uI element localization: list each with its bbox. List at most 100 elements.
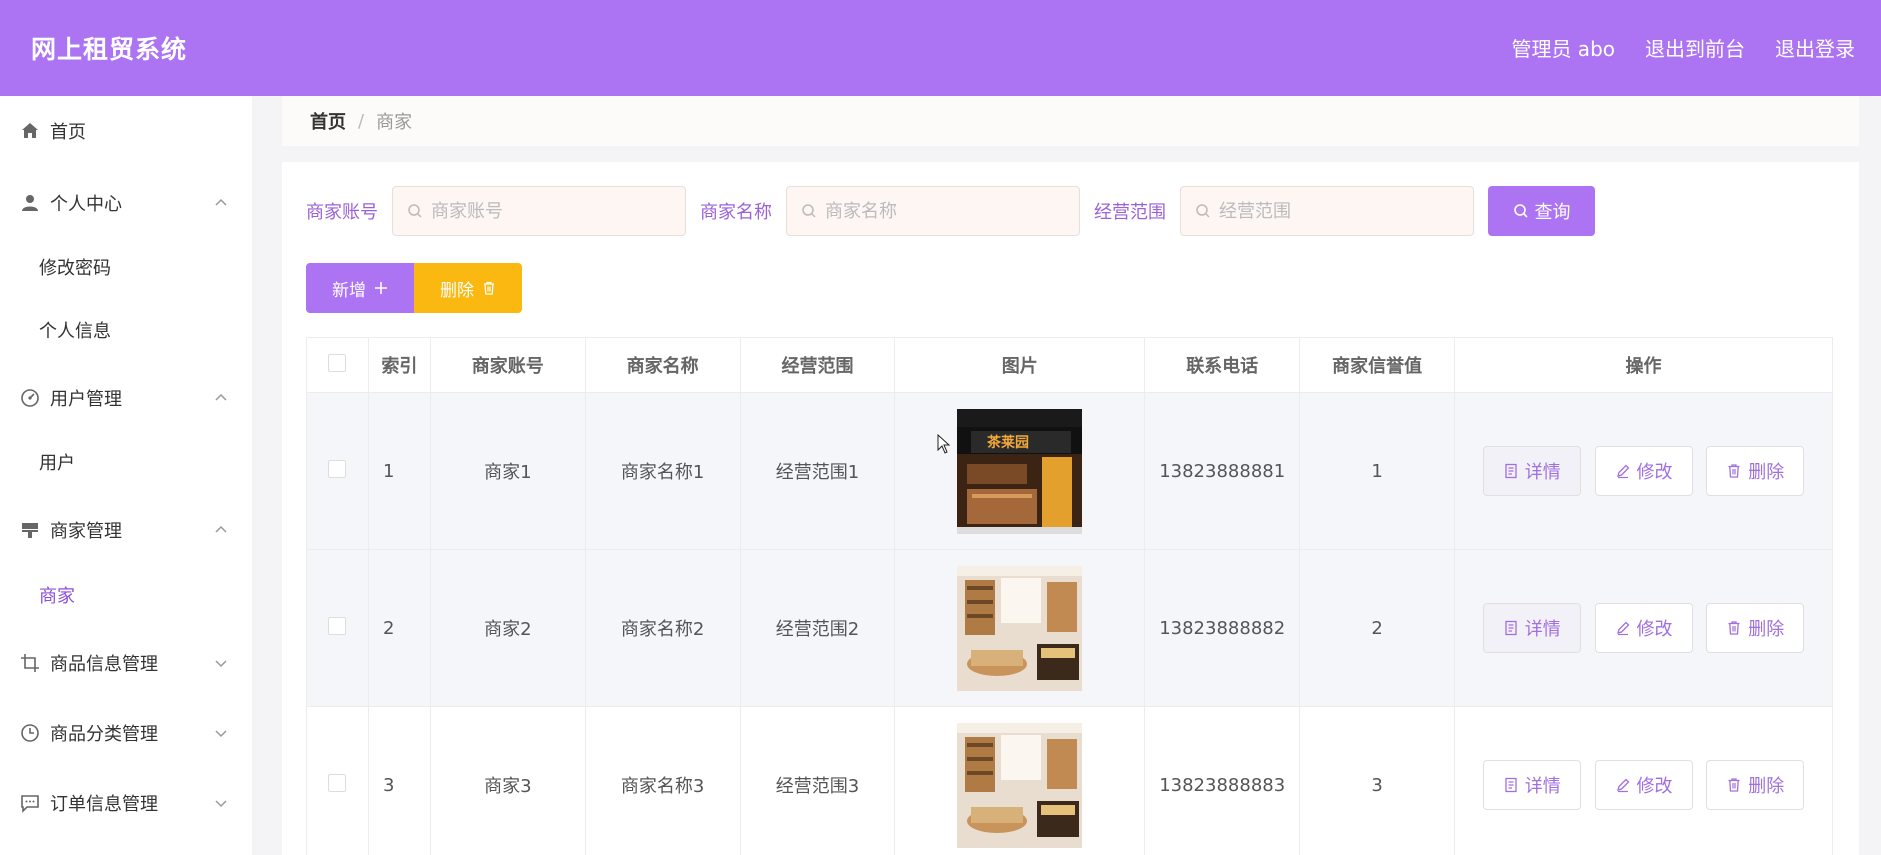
sidebar-item-order-info-management[interactable]: 订单信息管理 xyxy=(0,779,252,827)
sidebar-item-user[interactable]: 用户 xyxy=(0,438,252,486)
name-search-input[interactable] xyxy=(825,200,1065,222)
query-button-label: 查询 xyxy=(1534,202,1571,223)
sidebar-item-personal-center[interactable]: 个人中心 xyxy=(0,179,252,227)
chevron-down-icon xyxy=(214,656,228,670)
delete-button[interactable]: 删除 xyxy=(1706,603,1805,653)
index-cell: 1 xyxy=(367,392,431,550)
scope-search-field[interactable] xyxy=(1180,186,1474,236)
scope-cell: 经营范围2 xyxy=(739,549,896,707)
account-search-input[interactable] xyxy=(431,200,671,222)
exit-to-front-link[interactable]: 退出到前台 xyxy=(1645,33,1745,62)
scope-cell: 经营范围1 xyxy=(739,392,896,550)
search-bar: 商家账号 商家名称 经营范围 查询 xyxy=(306,186,1595,236)
credit-cell: 1 xyxy=(1299,392,1455,550)
sidebar-item-merchant-management[interactable]: 商家管理 xyxy=(0,506,252,554)
name-cell: 商家名称3 xyxy=(584,706,741,855)
top-header: 网上租贸系统 管理员 abo 退出到前台 退出登录 xyxy=(0,0,1881,96)
add-button[interactable]: 新增 xyxy=(306,263,414,313)
column-header: 商家名称 xyxy=(584,337,741,393)
content-panel: 商家账号 商家名称 经营范围 查询 新增 xyxy=(282,162,1859,855)
sidebar-item-label: 首页 xyxy=(50,122,86,143)
breadcrumb-current: 商家 xyxy=(376,112,413,133)
image-cell xyxy=(894,549,1146,707)
detail-label: 详情 xyxy=(1524,776,1561,797)
select-all-checkbox[interactable] xyxy=(328,353,347,372)
store-interior-image[interactable] xyxy=(957,565,1083,691)
operation-cell: 详情 修改 删除 xyxy=(1454,392,1833,550)
account-cell: 商家1 xyxy=(429,392,586,550)
batch-delete-button[interactable]: 删除 xyxy=(414,263,522,313)
row-checkbox[interactable] xyxy=(328,773,347,792)
delete-button[interactable]: 删除 xyxy=(1706,760,1805,810)
plus-icon xyxy=(375,282,387,294)
sidebar-item-home[interactable]: 首页 xyxy=(0,107,252,155)
detail-button[interactable]: 详情 xyxy=(1482,446,1581,496)
column-header: 操作 xyxy=(1454,337,1833,393)
chevron-up-icon xyxy=(214,391,228,405)
delete-button[interactable]: 删除 xyxy=(1706,446,1805,496)
user-manage-icon xyxy=(19,387,41,409)
table-row: 1 商家1 商家名称1 经营范围1 茶莱园 13823888881 1 详情 修… xyxy=(306,392,1833,550)
sidebar-item-label: 个人信息 xyxy=(39,321,111,342)
image-cell xyxy=(894,706,1146,855)
name-cell: 商家名称1 xyxy=(584,392,741,550)
edit-label: 修改 xyxy=(1636,776,1673,797)
sidebar-item-personal-info[interactable]: 个人信息 xyxy=(0,306,252,354)
name-cell: 商家名称2 xyxy=(584,549,741,707)
credit-cell: 3 xyxy=(1299,706,1455,855)
search-icon xyxy=(408,204,422,218)
detail-button[interactable]: 详情 xyxy=(1482,760,1581,810)
row-select-cell xyxy=(306,392,369,550)
edit-icon xyxy=(1616,778,1629,793)
sidebar-item-change-password[interactable]: 修改密码 xyxy=(0,243,252,291)
edit-button[interactable]: 修改 xyxy=(1594,760,1693,810)
search-icon xyxy=(1196,204,1210,218)
column-header: 联系电话 xyxy=(1144,337,1301,393)
edit-button[interactable]: 修改 xyxy=(1594,446,1693,496)
header-actions: 管理员 abo 退出到前台 退出登录 xyxy=(1511,33,1855,62)
name-search-field[interactable] xyxy=(786,186,1080,236)
merchant-table: 索引 商家账号 商家名称 经营范围 图片 联系电话 商家信誉值 操作 1 商家1… xyxy=(306,337,1833,855)
edit-icon xyxy=(1616,621,1629,636)
account-search-field[interactable] xyxy=(392,186,686,236)
sidebar-item-label: 商品分类管理 xyxy=(50,724,158,745)
store-interior-image[interactable] xyxy=(957,722,1083,848)
detail-button[interactable]: 详情 xyxy=(1482,603,1581,653)
action-buttons: 新增 删除 xyxy=(306,263,522,313)
sidebar-item-user-management[interactable]: 用户管理 xyxy=(0,374,252,422)
sidebar-item-product-info-management[interactable]: 商品信息管理 xyxy=(0,639,252,687)
user-icon xyxy=(19,192,41,214)
clock-icon xyxy=(19,722,41,744)
operation-cell: 详情 修改 删除 xyxy=(1454,706,1833,855)
sidebar-item-label: 商品信息管理 xyxy=(50,654,158,675)
sidebar-item-merchant[interactable]: 商家 xyxy=(0,571,252,619)
edit-button[interactable]: 修改 xyxy=(1594,603,1693,653)
sidebar-item-product-category-management[interactable]: 商品分类管理 xyxy=(0,709,252,757)
operation-cell: 详情 修改 删除 xyxy=(1454,549,1833,707)
logout-link[interactable]: 退出登录 xyxy=(1775,33,1855,62)
phone-cell: 13823888881 xyxy=(1144,392,1301,550)
document-icon xyxy=(1505,777,1517,793)
svg-text:茶莱园: 茶莱园 xyxy=(986,434,1029,451)
column-header: 图片 xyxy=(894,337,1146,393)
sidebar-item-label: 个人中心 xyxy=(50,194,122,215)
scope-search-input[interactable] xyxy=(1219,200,1459,222)
trash-icon xyxy=(1728,778,1740,792)
query-button[interactable]: 查询 xyxy=(1488,186,1595,236)
chevron-down-icon xyxy=(214,796,228,810)
sidebar-item-label: 商家管理 xyxy=(50,521,122,542)
breadcrumb-home[interactable]: 首页 xyxy=(310,108,346,134)
home-icon xyxy=(19,120,41,142)
message-icon xyxy=(19,792,41,814)
tea-shop-storefront-image[interactable]: 茶莱园 xyxy=(957,408,1083,534)
index-cell: 2 xyxy=(367,549,431,707)
sidebar-item-label: 订单信息管理 xyxy=(50,794,158,815)
admin-user-label[interactable]: 管理员 abo xyxy=(1511,33,1615,62)
sidebar: 首页 个人中心 修改密码 个人信息 用户管理 用户 商家管理 商家 商品信息管理… xyxy=(0,96,252,855)
column-header: 经营范围 xyxy=(739,337,896,393)
row-checkbox[interactable] xyxy=(328,616,347,635)
row-checkbox[interactable] xyxy=(328,459,347,478)
name-label: 商家名称 xyxy=(700,202,772,223)
chevron-up-icon xyxy=(214,523,228,537)
scope-cell: 经营范围3 xyxy=(739,706,896,855)
